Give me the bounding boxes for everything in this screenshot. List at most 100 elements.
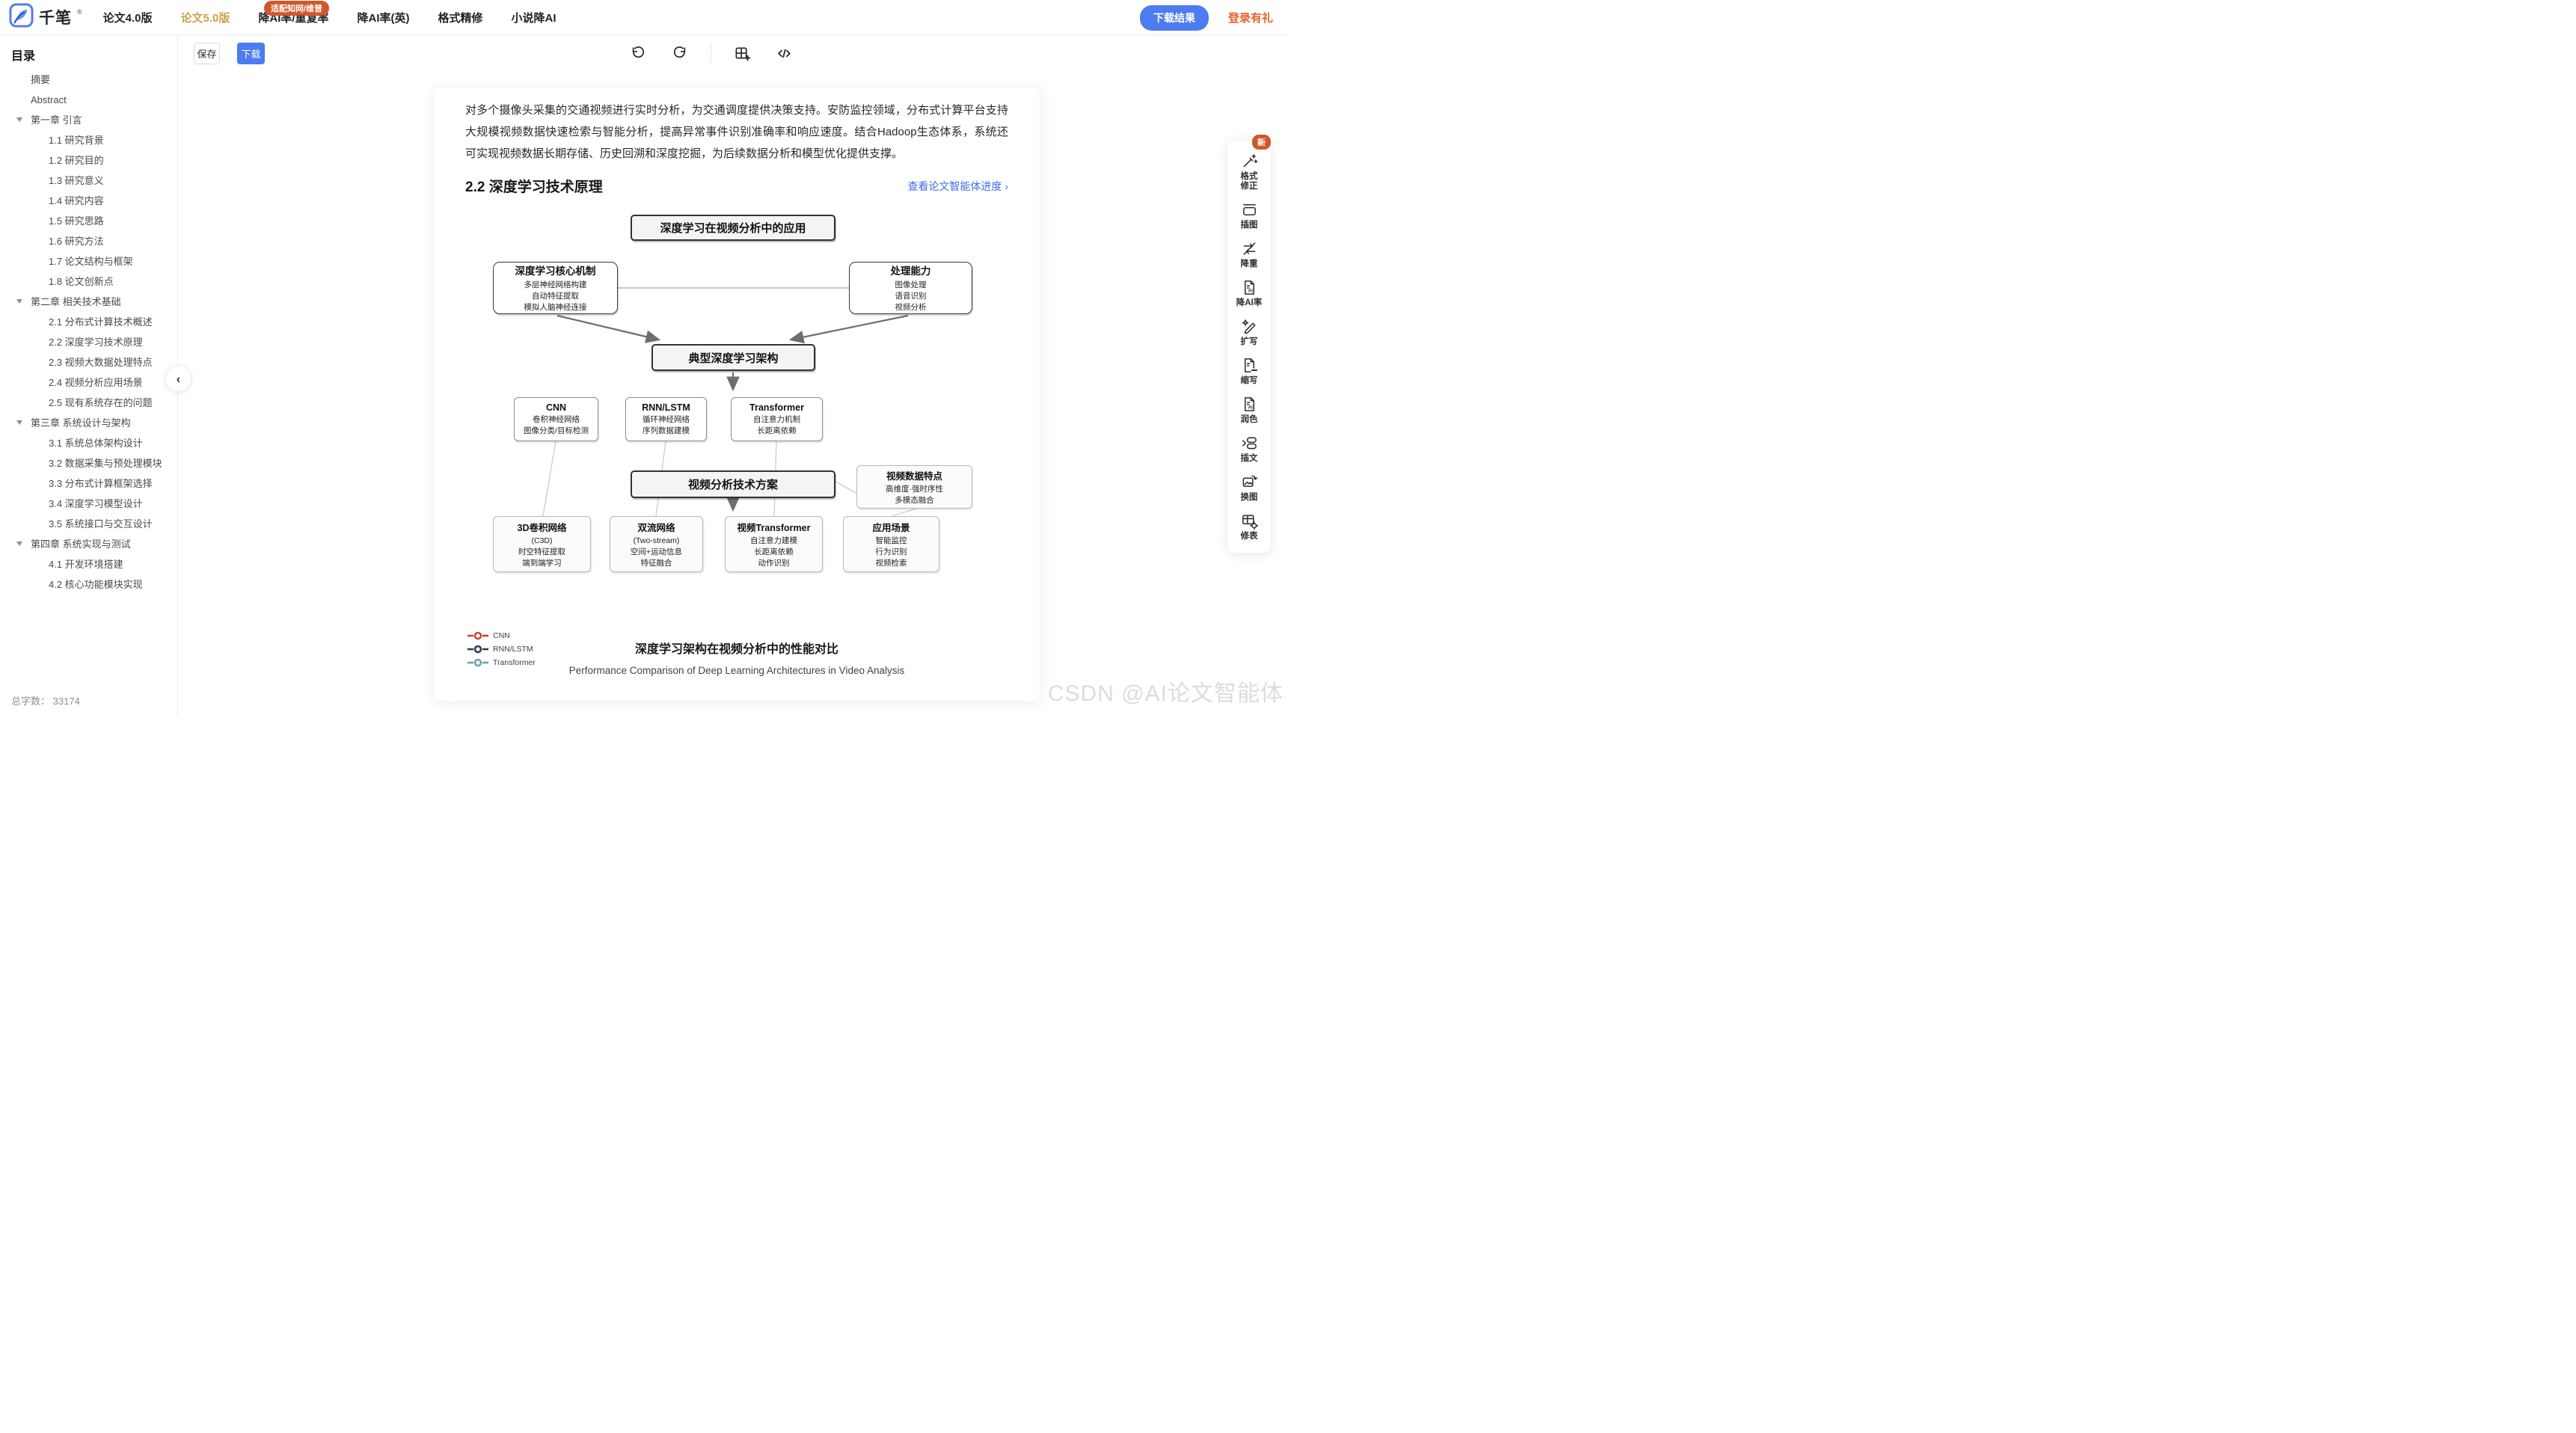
diagram-node-line: 模拟人脑神经连接 [524,302,587,313]
toc-item-22[interactable]: 3.5 系统接口与交互设计 [0,514,177,534]
diagram-node-line: 长距离依赖 [753,426,800,437]
toc-item-label: 2.2 深度学习技术原理 [49,337,143,348]
toc-item-17[interactable]: 第三章 系统设计与架构 [0,413,177,433]
app-window: 千笔 ® 论文4.0版 论文5.0版 降AI率/重复率 降AI率(英) 格式精修… [0,0,1288,716]
toc-item-3[interactable]: 1.1 研究背景 [0,130,177,150]
chevron-down-icon[interactable] [16,117,22,122]
document-paragraph[interactable]: 对多个摄像头采集的交通视频进行实时分析，为交通调度提供决策支持。安防监控领域，分… [465,99,1008,165]
toc-item-label: 第三章 系统设计与架构 [31,417,131,429]
diagram-node-transformer: Transformer 自注意力机制长距离依赖 [731,397,823,441]
toc-item-7[interactable]: 1.5 研究思路 [0,211,177,231]
brand-logo[interactable]: 千笔 ® [9,3,82,31]
toc-item-label: 摘要 [31,74,50,85]
toc-item-5[interactable]: 1.3 研究意义 [0,171,177,191]
toc-item-18[interactable]: 3.1 系统总体架构设计 [0,433,177,453]
toc-item-9[interactable]: 1.7 论文结构与框架 [0,251,177,271]
tool-polish[interactable]: AI润色 [1227,391,1271,430]
svg-text:AI: AI [1248,289,1252,294]
toc-item-16[interactable]: 2.5 现有系统存在的问题 [0,393,177,413]
toc-item-0[interactable]: 摘要 [0,70,177,90]
diagram-node-line: 时空特征提取 [518,547,565,558]
diagram-node-typical-architectures: 典型深度学习架构 [651,344,815,371]
tool-label: 换图 [1241,493,1258,503]
diagram-node-core-mechanism: 深度学习核心机制 多层神经网络构建自动特征提取模拟人脑神经连接 [493,262,618,314]
diagram-node-line: (C3D) [518,536,565,547]
toc-item-25[interactable]: 4.2 核心功能模块实现 [0,574,177,595]
nav-item-format-refine[interactable]: 格式精修 [438,10,483,25]
tool-reduce-duplication[interactable]: 降重 [1227,236,1271,274]
chevron-down-icon[interactable] [16,541,22,546]
tool-insert-figure[interactable]: 插图 [1227,197,1271,236]
toc-item-2[interactable]: 第一章 引言 [0,110,177,130]
section-heading-row: 2.2 深度学习技术原理 查看论文智能体进度 › [465,176,1008,196]
diagram-node-root: 深度学习在视频分析中的应用 [631,215,835,241]
diagram-node-line: 语音识别 [895,291,927,302]
diagram-node-line: 高维度·强时序性 [886,484,943,495]
diagram-node-line: 特征融合 [631,558,682,569]
toc-item-20[interactable]: 3.3 分布式计算框架选择 [0,473,177,494]
chevron-down-icon[interactable] [16,299,22,304]
tool-expand-writing[interactable]: 扩写 [1227,313,1271,352]
chevron-down-icon[interactable] [16,420,22,425]
nav-item-novel-reduce-ai[interactable]: 小说降AI [512,10,556,25]
toc-item-15[interactable]: 2.4 视频分析应用场景 [0,372,177,393]
tool-fix-table[interactable]: 修表 [1227,508,1271,547]
reduce-ai-rate-icon: AI [1241,279,1258,296]
csdn-watermark: CSDN @AI论文智能体 [1048,675,1284,708]
diagram-node-line: 多模态融合 [886,495,943,506]
toc-item-6[interactable]: 1.4 研究内容 [0,191,177,211]
toc-item-label: 1.5 研究思路 [49,215,104,227]
toc-sidebar: 目录 摘要 Abstract第一章 引言1.1 研究背景1.2 研究目的 1.3 研… [0,35,178,716]
download-button[interactable]: 下载 [237,43,265,64]
toc-item-13[interactable]: 2.2 深度学习技术原理 [0,332,177,352]
chart-title: 深度学习架构在视频分析中的性能对比 [434,639,1040,657]
save-button[interactable]: 保存 [194,43,220,64]
diagram-node-rnn-lstm: RNN/LSTM 循环神经网络序列数据建模 [625,397,707,441]
diagram-node-line: 图像处理 [895,280,927,291]
tool-label: 降AI率 [1236,298,1263,308]
diagram-node-line: 端到端学习 [518,558,565,569]
diagram-node-application-scenarios: 应用场景 智能监控行为识别视频检索 [843,516,939,572]
insert-table-icon[interactable] [731,42,753,64]
tool-label: 缩写 [1241,376,1258,386]
toc-item-10[interactable]: 1.8 论文创新点 [0,271,177,292]
sidebar-collapse-button[interactable]: ‹ [166,366,191,391]
toc-item-4[interactable]: 1.2 研究目的 [0,150,177,171]
toc-item-24[interactable]: 4.1 开发环境搭建 [0,554,177,574]
tool-reduce-ai-rate[interactable]: AI 降AI率 [1227,274,1271,313]
tool-condense-writing[interactable]: 缩写 [1227,352,1271,391]
toc-item-23[interactable]: 第四章 系统实现与测试 [0,534,177,554]
toc-item-label: 3.4 深度学习模型设计 [49,498,143,509]
toc-title: 目录 [0,35,177,68]
nav-item-paper-5[interactable]: 论文5.0版 [181,10,230,25]
toc-item-label: 1.3 研究意义 [49,175,104,186]
code-view-icon[interactable] [773,42,795,64]
toc-item-label: 1.8 论文创新点 [49,276,114,287]
diagram-node-line: (Two-stream) [631,536,682,547]
cnki-compat-badge: 适配知网/维普 [264,1,329,16]
toc-item-14[interactable]: 2.3 视频大数据处理特点 [0,352,177,372]
tool-label: 修表 [1241,532,1258,541]
word-count: 总字数： 33174 [0,686,177,716]
toc-item-1[interactable]: Abstract [0,90,177,110]
toc-item-19[interactable]: 3.2 数据采集与预处理模块 [0,453,177,473]
diagram-node-line: 图像分类/目标检测 [524,426,589,437]
toc-item-12[interactable]: 2.1 分布式计算技术概述 [0,312,177,332]
tool-format-fix[interactable]: 格式 修正 [1227,148,1271,197]
agent-progress-link[interactable]: 查看论文智能体进度 › [907,179,1008,194]
toc-item-label: 3.3 分布式计算框架选择 [49,478,153,489]
toc-item-21[interactable]: 3.4 深度学习模型设计 [0,494,177,514]
nav-item-reduce-ai-english[interactable]: 降AI率(英) [358,10,410,25]
download-results-button[interactable]: 下载结果 [1140,5,1209,31]
undo-icon[interactable] [627,42,649,64]
diagram-node-line: 循环神经网络 [643,414,690,426]
login-gift-link[interactable]: 登录有礼 [1228,10,1273,25]
toc-item-8[interactable]: 1.6 研究方法 [0,231,177,251]
tool-replace-image[interactable]: 换图 [1227,469,1271,508]
redo-icon[interactable] [669,42,691,64]
toc-item-11[interactable]: 第二章 相关技术基础 [0,292,177,312]
tool-insert-text[interactable]: 插文 [1227,430,1271,469]
reduce-duplication-icon [1241,240,1258,257]
nav-item-paper-4[interactable]: 论文4.0版 [103,10,153,25]
diagram-node-processing-capability: 处理能力 图像处理语音识别视频分析 [849,262,972,314]
